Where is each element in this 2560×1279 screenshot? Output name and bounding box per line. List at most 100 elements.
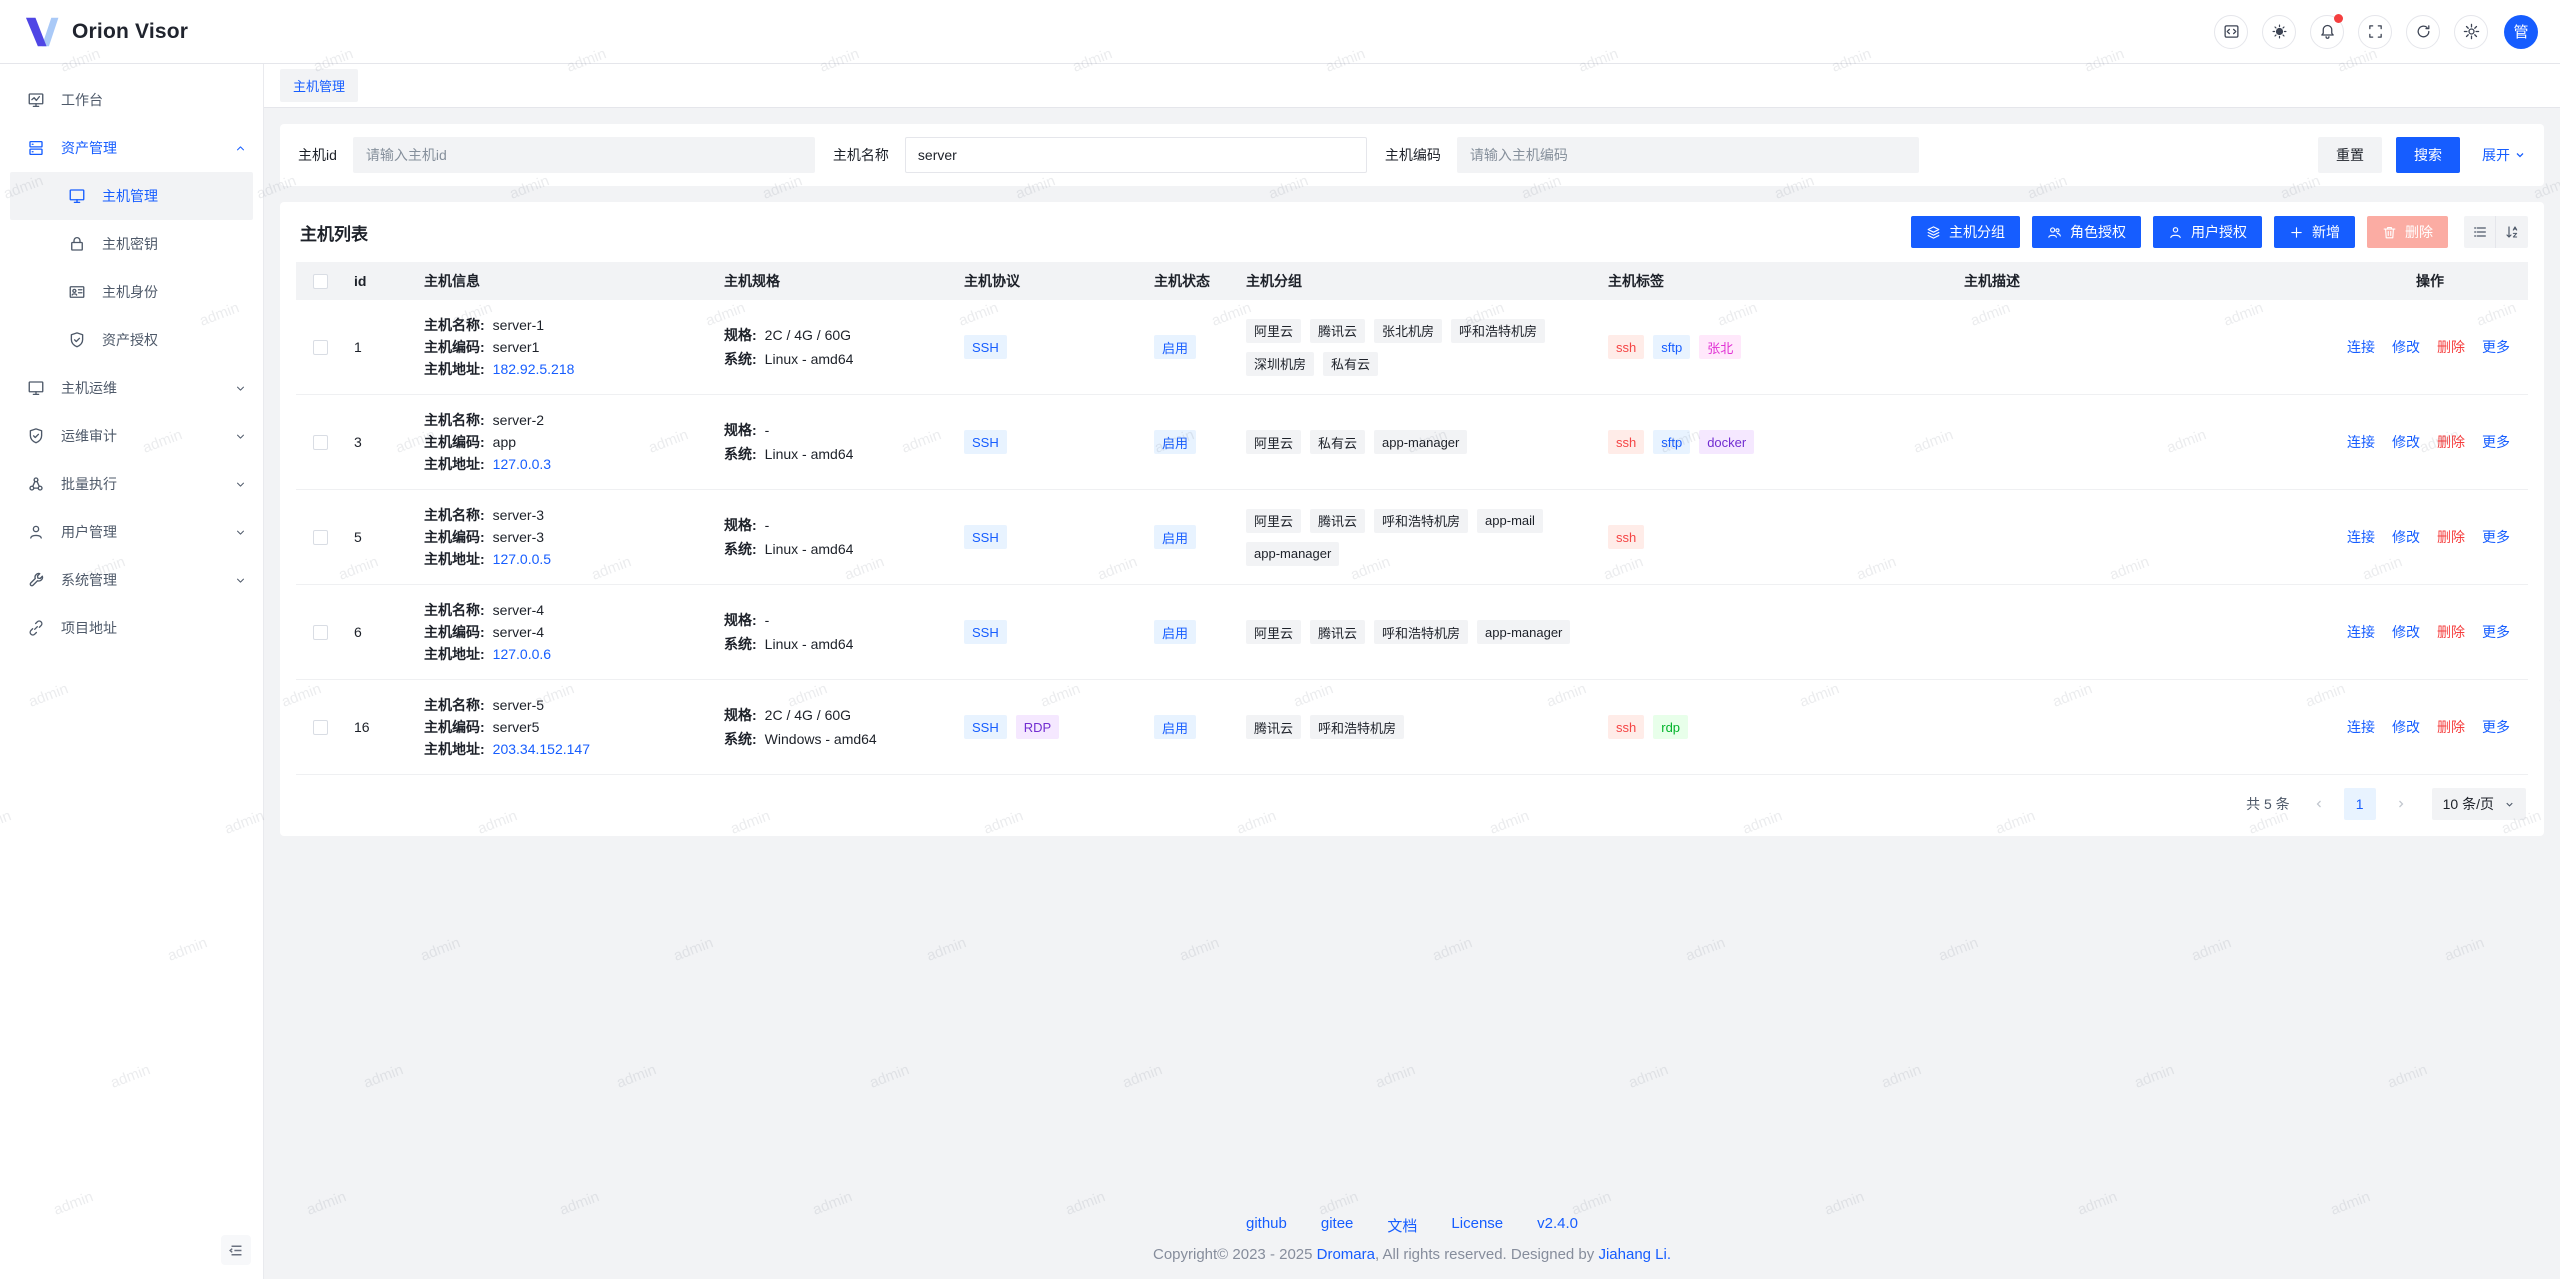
row-action-link[interactable]: 修改 [2392,717,2420,737]
user-avatar[interactable]: 管 [2504,15,2538,49]
row-action-delete[interactable]: 删除 [2437,337,2465,357]
header-settings-button[interactable] [2454,15,2488,49]
row-action-link[interactable]: 更多 [2482,527,2510,547]
row-action-link[interactable]: 修改 [2392,622,2420,642]
search-input-3[interactable] [1457,137,1919,173]
row-action-link[interactable]: 更多 [2482,622,2510,642]
row-action-links: 连接修改删除更多 [2342,622,2518,642]
row-action-link[interactable]: 更多 [2482,432,2510,452]
sidebar-collapse-button[interactable] [221,1235,251,1265]
host-address-link[interactable]: 127.0.0.3 [493,453,551,475]
host-spec-value: Linux - amd64 [765,632,854,656]
host-address-link[interactable]: 182.92.5.218 [493,358,575,380]
host-address-link[interactable]: 203.34.152.147 [493,738,590,760]
search-input-1[interactable] [353,137,815,173]
page-size-select[interactable]: 10 条/页 [2432,788,2526,820]
search-input-2[interactable] [905,137,1367,173]
protocol-tags: SSH [964,335,1134,359]
page-number-1[interactable]: 1 [2344,788,2376,820]
sidebar-item-ops[interactable]: 主机运维 [0,364,263,412]
row-checkbox[interactable] [313,625,328,640]
reset-button[interactable]: 重置 [2318,137,2382,173]
sidebar-item-users[interactable]: 用户管理 [0,508,263,556]
row-action-link[interactable]: 连接 [2347,717,2375,737]
sidebar-item-batch[interactable]: 批量执行 [0,460,263,508]
row-action-delete[interactable]: 删除 [2437,622,2465,642]
ops-icon [27,379,45,397]
host-address-link[interactable]: 127.0.0.5 [493,548,551,570]
host-spec-line: 规格:- [724,608,944,632]
host-spec-label: 规格: [724,323,757,347]
column-header-col-spec: 主机规格 [714,271,954,291]
role-button[interactable]: 角色授权 [2032,216,2141,248]
column-header-col-status: 主机状态 [1144,271,1236,291]
sidebar-item-host[interactable]: 主机管理 [10,172,253,220]
row-checkbox[interactable] [313,720,328,735]
row-checkbox[interactable] [313,530,328,545]
refresh-icon [2415,23,2432,40]
sidebar-item-grant[interactable]: 资产授权 [10,316,253,364]
header-notifications-button[interactable] [2310,15,2344,49]
row-action-link[interactable]: 连接 [2347,337,2375,357]
sidebar-item-label: 批量执行 [61,474,234,494]
header-code-button[interactable] [2214,15,2248,49]
footer-link[interactable]: v2.4.0 [1537,1215,1578,1236]
footer-link[interactable]: github [1246,1215,1287,1236]
copyright-link[interactable]: Jiahang Li. [1598,1246,1671,1263]
table-sort-button[interactable] [2496,216,2528,248]
expand-toggle[interactable]: 展开 [2482,145,2526,165]
row-action-delete[interactable]: 删除 [2437,717,2465,737]
row-action-link[interactable]: 修改 [2392,432,2420,452]
footer-link[interactable]: License [1451,1215,1503,1236]
sidebar-item-link[interactable]: 项目地址 [0,604,263,652]
sidebar-item-label: 运维审计 [61,426,234,446]
copyright-segment: Copyright© 2023 - 2025 [1153,1246,1317,1263]
sidebar-item-identity[interactable]: 主机身份 [10,268,253,316]
next-page-button[interactable] [2386,789,2416,819]
row-action-link[interactable]: 连接 [2347,622,2375,642]
row-action-link[interactable]: 修改 [2392,337,2420,357]
cell-description [1954,618,2332,646]
row-action-link[interactable]: 更多 [2482,337,2510,357]
plus-button[interactable]: 新增 [2274,216,2355,248]
group-button[interactable]: 主机分组 [1911,216,2020,248]
footer-link[interactable]: 文档 [1387,1215,1417,1236]
row-checkbox[interactable] [313,435,328,450]
host-info-value: server-2 [493,409,544,431]
row-action-delete[interactable]: 删除 [2437,432,2465,452]
footer-link[interactable]: gitee [1321,1215,1354,1236]
sidebar-item-system[interactable]: 系统管理 [0,556,263,604]
search-field-3: 主机编码 [1385,137,1919,173]
row-action-link[interactable]: 连接 [2347,432,2375,452]
cell-protocols: SSH [954,511,1144,563]
sidebar-item-key[interactable]: 主机密钥 [10,220,253,268]
host-info-line: 主机地址:127.0.0.6 [424,643,704,665]
row-action-links: 连接修改删除更多 [2342,432,2518,452]
search-button[interactable]: 搜索 [2396,137,2460,173]
user-button[interactable]: 用户授权 [2153,216,2262,248]
trash-button[interactable]: 删除 [2367,216,2448,248]
sidebar-item-audit[interactable]: 运维审计 [0,412,263,460]
header-theme-button[interactable] [2262,15,2296,49]
search-card: 主机id主机名称主机编码 重置 搜索 展开 [280,124,2544,186]
row-action-link[interactable]: 修改 [2392,527,2420,547]
sidebar-item-assets[interactable]: 资产管理 [0,124,263,172]
row-checkbox[interactable] [313,340,328,355]
prev-page-button[interactable] [2304,789,2334,819]
copyright-link[interactable]: Dromara [1317,1246,1375,1263]
toolbar-button-label: 用户授权 [2191,222,2247,242]
cell-tags: sshsftpdocker [1598,416,1954,468]
cell-id: 1 [344,325,414,369]
row-action-link[interactable]: 连接 [2347,527,2375,547]
header-refresh-button[interactable] [2406,15,2440,49]
select-all-checkbox[interactable] [313,274,328,289]
group-tag: 私有云 [1310,430,1365,454]
sidebar-item-workbench[interactable]: 工作台 [0,76,263,124]
cell-host-spec: 规格:-系统:Linux - amd64 [714,404,954,480]
host-address-link[interactable]: 127.0.0.6 [493,643,551,665]
table-density-button[interactable] [2464,216,2496,248]
row-action-delete[interactable]: 删除 [2437,527,2465,547]
row-action-link[interactable]: 更多 [2482,717,2510,737]
tab-host-management[interactable]: 主机管理 [280,69,358,102]
header-fullscreen-button[interactable] [2358,15,2392,49]
